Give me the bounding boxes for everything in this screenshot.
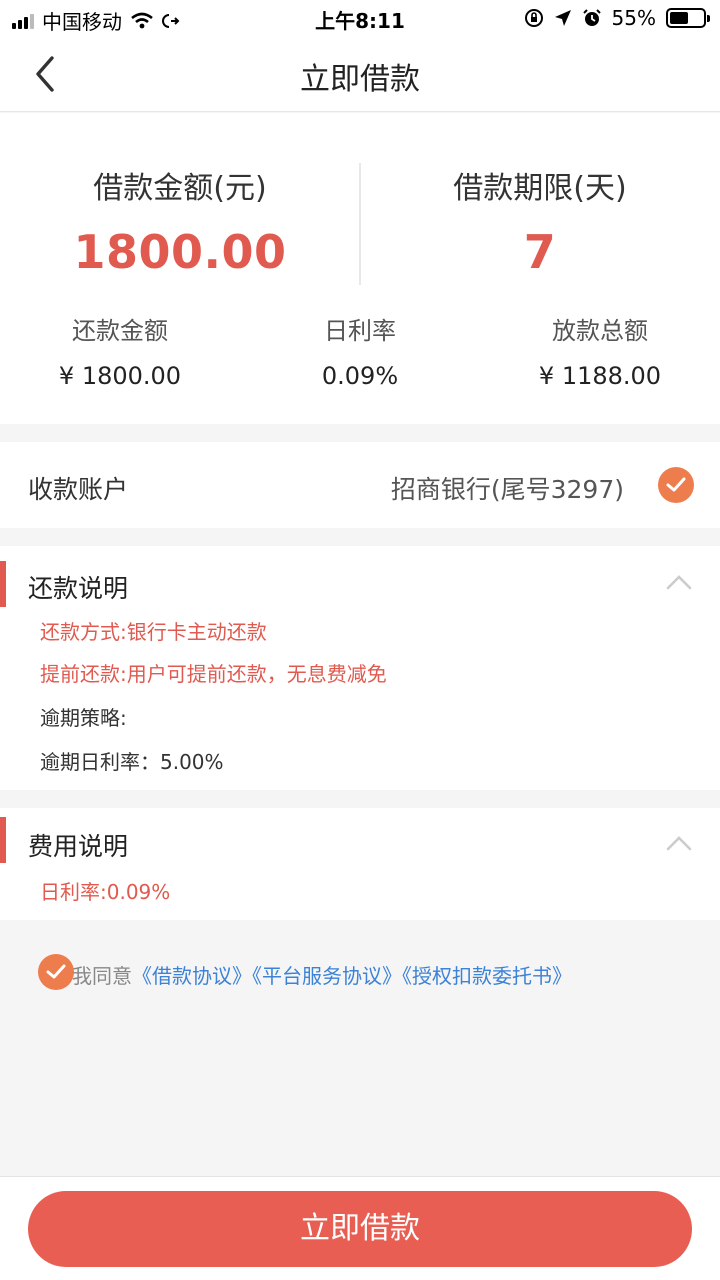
- repay-method-line: 还款方式:银行卡主动还款: [40, 620, 267, 644]
- chevron-up-icon[interactable]: [666, 574, 692, 590]
- disburse-total-value: ¥ 1188.00: [538, 362, 662, 390]
- rotation-lock-icon: [524, 9, 543, 27]
- account-value: 招商银行(尾号3297): [390, 475, 624, 504]
- page-title: 立即借款: [300, 62, 420, 97]
- loan-amount-label: 借款金额(元): [93, 171, 267, 206]
- loan-term-block: 借款期限(天) 7: [360, 163, 720, 279]
- status-bar: 中国移动 上午8:11 55%: [0, 0, 720, 36]
- repayment-section-title: 还款说明: [28, 574, 129, 603]
- location-icon: [554, 10, 571, 26]
- account-label: 收款账户: [28, 475, 129, 504]
- section-accent-bar: [0, 817, 6, 863]
- overdue-rate-line: 逾期日利率：5.00%: [40, 750, 224, 774]
- repay-amount-value: ¥ 1800.00: [58, 362, 182, 390]
- loan-term-label: 借款期限(天): [453, 171, 627, 206]
- debit-authorization-link[interactable]: 《授权扣款委托书》: [402, 964, 572, 988]
- fee-section: 费用说明 日利率:0.09%: [0, 808, 720, 920]
- agree-text: 我同意: [72, 964, 132, 988]
- footer: 立即借款: [0, 1176, 720, 1280]
- status-right: 55%: [524, 6, 710, 30]
- repay-amount-label: 还款金额: [72, 317, 168, 345]
- daily-rate-label: 日利率: [324, 317, 396, 345]
- daily-rate-value: 0.09%: [321, 362, 399, 390]
- nav-bar: 立即借款: [0, 36, 720, 112]
- disburse-total-label: 放款总额: [552, 317, 648, 345]
- early-repay-line: 提前还款:用户可提前还款，无息费减免: [40, 662, 387, 686]
- battery-icon: [666, 8, 710, 28]
- repay-amount-block: 还款金额 ¥ 1800.00: [0, 311, 240, 390]
- borrow-now-button[interactable]: 立即借款: [28, 1191, 692, 1267]
- fee-rate-line: 日利率:0.09%: [40, 880, 171, 904]
- battery-percent: 55%: [611, 6, 656, 30]
- overdue-policy-line: 逾期策略:: [40, 706, 127, 730]
- account-check-icon[interactable]: [658, 467, 694, 503]
- section-accent-bar: [0, 561, 6, 607]
- alarm-icon: [582, 9, 601, 26]
- platform-service-agreement-link[interactable]: 《平台服务协议》: [252, 964, 402, 988]
- receiving-account-row[interactable]: 收款账户 招商银行(尾号3297): [0, 442, 720, 528]
- agreement-line: 我同意《借款协议》《平台服务协议》《授权扣款委托书》: [72, 960, 572, 989]
- chevron-up-icon[interactable]: [666, 835, 692, 851]
- loan-amount-value: 1800.00: [73, 225, 287, 279]
- disburse-total-block: 放款总额 ¥ 1188.00: [480, 311, 720, 390]
- agree-checkbox[interactable]: [38, 954, 74, 990]
- loan-term-value: 7: [523, 225, 557, 279]
- loan-agreement-link[interactable]: 《借款协议》: [132, 964, 252, 988]
- battery-fill: [670, 12, 688, 24]
- loan-summary: 借款金额(元) 1800.00 借款期限(天) 7 还款金额 ¥ 1800.00…: [0, 113, 720, 424]
- daily-rate-block: 日利率 0.09%: [240, 311, 480, 390]
- repayment-section: 还款说明 还款方式:银行卡主动还款 提前还款:用户可提前还款，无息费减免 逾期策…: [0, 546, 720, 790]
- loan-amount-block: 借款金额(元) 1800.00: [0, 163, 360, 279]
- fee-section-title: 费用说明: [28, 832, 129, 861]
